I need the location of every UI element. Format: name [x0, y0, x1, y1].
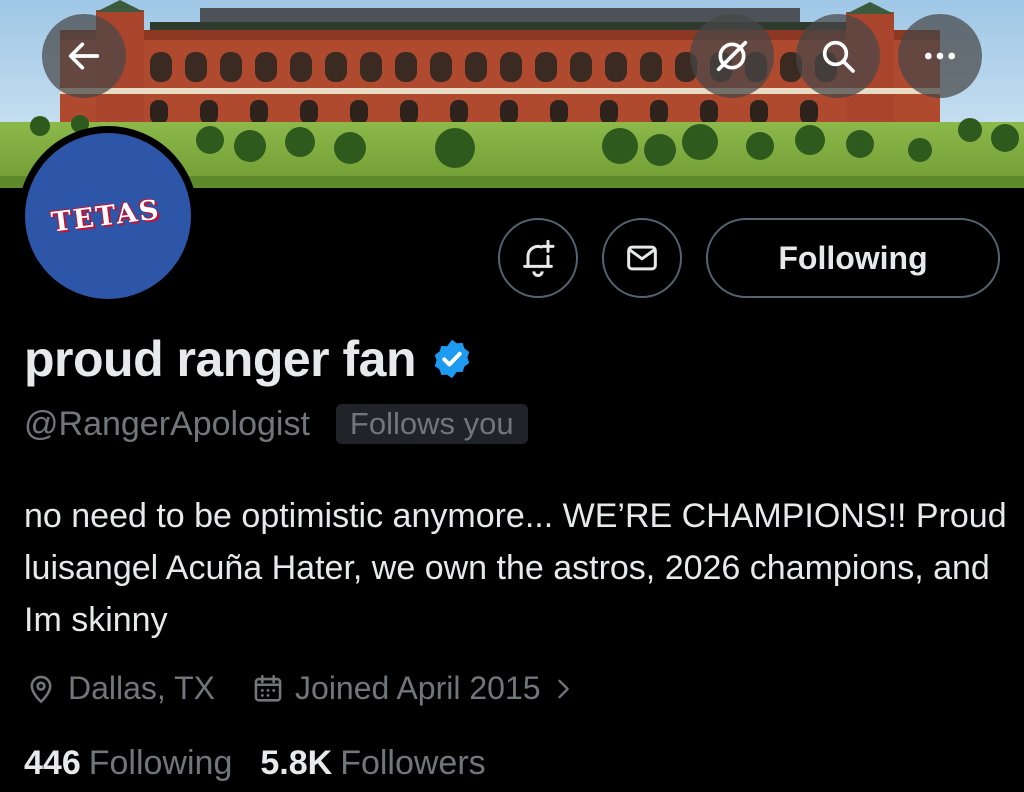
back-button[interactable] [42, 14, 126, 98]
followers-count: 5.8K [260, 744, 333, 782]
verified-badge-icon[interactable] [430, 337, 474, 381]
follows-you-badge: Follows you [335, 404, 528, 444]
following-button[interactable]: Following [706, 218, 1000, 298]
joined-text: Joined April 2015 [295, 670, 541, 706]
envelope-icon [627, 245, 657, 271]
handle-row: @RangerApologist Follows you [24, 404, 528, 444]
more-options-button[interactable] [898, 14, 982, 98]
profile-avatar[interactable]: TETAS [18, 126, 198, 306]
search-button[interactable] [796, 14, 880, 98]
username-handle: @RangerApologist [24, 404, 310, 443]
unsubscribe-button[interactable] [690, 14, 774, 98]
arrow-left-icon [68, 42, 100, 70]
profile-meta: Dallas, TX Joined April 2015 [24, 670, 623, 707]
more-horizontal-icon [925, 52, 955, 60]
avatar-logo-text: TETAS [49, 194, 163, 239]
followers-count-link[interactable]: 5.8K Followers [260, 744, 485, 783]
chevron-right-icon [557, 679, 569, 698]
following-count: 446 [24, 744, 81, 782]
location: Dallas, TX [24, 670, 215, 707]
following-count-link[interactable]: 446 Following [24, 744, 232, 783]
display-name-row: proud ranger fan [24, 330, 474, 388]
search-icon [822, 40, 855, 73]
location-pin-icon [30, 675, 52, 703]
location-text: Dallas, TX [68, 670, 216, 706]
bell-plus-icon [523, 239, 555, 277]
display-name: proud ranger fan [24, 331, 417, 387]
calendar-icon [254, 674, 282, 702]
follow-stats: 446 Following 5.8K Followers [24, 744, 514, 783]
following-label: Following [88, 744, 233, 782]
profile-bio: no need to be optimistic anymore... WE’R… [24, 497, 1007, 639]
followers-label: Followers [340, 744, 486, 782]
notifications-button[interactable] [498, 218, 578, 298]
avatar-image: TETAS [25, 133, 191, 299]
joined-date-link[interactable]: Joined April 2015 [251, 670, 587, 707]
bell-slash-icon [716, 40, 748, 72]
message-button[interactable] [602, 218, 682, 298]
